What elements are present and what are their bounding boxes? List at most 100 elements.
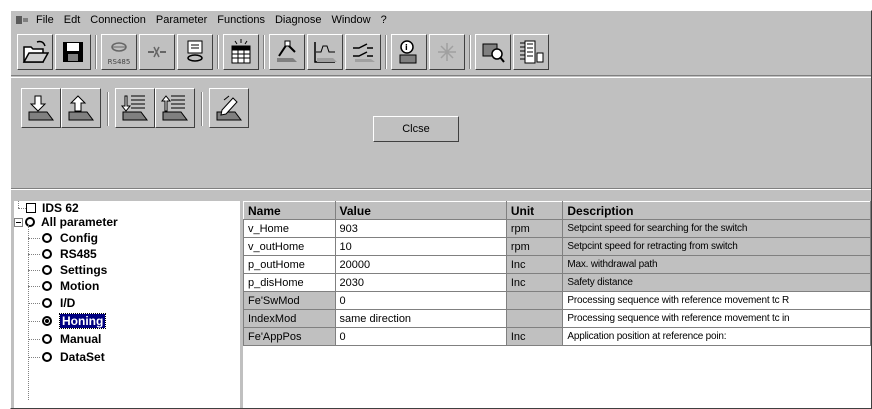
cell-unit — [505, 309, 564, 328]
tree-line — [28, 285, 40, 287]
edit-parameter-button[interactable] — [209, 88, 249, 128]
tree-node-device[interactable]: IDS 62 — [26, 201, 79, 215]
tree-item-config[interactable]: Config — [28, 231, 98, 245]
menu-window[interactable]: Window — [326, 14, 375, 26]
tree-node-all-parameter[interactable]: All parameter — [14, 215, 118, 229]
close-button[interactable]: Clcse — [373, 116, 459, 142]
tree-line — [28, 302, 40, 304]
cell-description: Safety distance — [562, 273, 871, 292]
tree-item-rs485[interactable]: RS485 — [28, 247, 97, 261]
download-parameters-button[interactable] — [21, 88, 61, 128]
tree-item-label: Settings — [60, 263, 108, 277]
parameter-node-icon — [42, 281, 52, 291]
motion-editor-button[interactable] — [269, 34, 305, 70]
tree-item-dataset[interactable]: DataSet — [28, 350, 105, 364]
table-grid-icon — [231, 39, 251, 64]
svg-text:i: i — [405, 43, 408, 52]
cell-name: v_outHome — [243, 237, 336, 256]
column-header-unit[interactable]: Unit — [505, 201, 564, 220]
upload-parameters-button[interactable] — [61, 88, 101, 128]
parameter-table-button[interactable] — [223, 34, 259, 70]
io-terminal-button[interactable] — [513, 34, 549, 70]
parameter-node-icon — [42, 334, 52, 344]
parameter-toolbar: Clcse — [11, 77, 871, 188]
menu-diagnose[interactable]: Diagnose — [270, 14, 326, 26]
cell-unit — [505, 291, 564, 310]
collapse-icon[interactable] — [14, 217, 23, 227]
tree-item-label: Manual — [60, 332, 102, 346]
tree-item-manual[interactable]: Manual — [28, 332, 101, 346]
tree-item-label: I/D — [60, 296, 76, 310]
oscilloscope-icon — [314, 42, 337, 63]
parameter-node-icon — [42, 233, 52, 243]
table-row[interactable]: Fe'SwMod 0 Processing sequence with refe… — [243, 291, 871, 310]
toolbar-separator — [263, 35, 265, 69]
cell-description: Processing sequence with reference movem… — [562, 291, 871, 310]
disconnect-button[interactable] — [139, 34, 175, 70]
reset-button[interactable] — [429, 34, 465, 70]
upload-list-icon — [160, 95, 188, 121]
open-folder-button[interactable] — [17, 34, 53, 70]
menu-file[interactable]: File — [31, 14, 59, 26]
parameter-group-icon — [25, 217, 35, 227]
menu-help[interactable]: ? — [376, 14, 392, 26]
tree-line — [18, 201, 19, 208]
menu-bar: File Edt Connection Parameter Functions … — [11, 11, 871, 29]
toolbar-separator — [217, 35, 219, 69]
cell-unit: Inc — [505, 327, 564, 346]
spark-icon — [438, 43, 456, 61]
table-row[interactable]: v_outHome 10 rpm Setpcint speed for retr… — [243, 237, 871, 256]
tree-line — [28, 237, 40, 239]
cell-value[interactable]: 2030 — [334, 273, 507, 292]
parameter-tree: IDS 62 All parameter Config RS485 Settin… — [14, 201, 240, 408]
cell-name: Fe'AppPos — [243, 327, 336, 346]
tree-item-io[interactable]: I/D — [28, 296, 75, 310]
tree-item-label: RS485 — [60, 247, 97, 261]
tree-item-motion[interactable]: Motion — [28, 279, 99, 293]
menu-functions[interactable]: Functions — [212, 14, 270, 26]
menu-connection[interactable]: Connection — [85, 14, 151, 26]
tree-item-honing[interactable]: Honing — [28, 313, 107, 329]
save-button[interactable] — [55, 34, 91, 70]
parameter-table: Name Value Unit Description v_Home 903 r… — [243, 201, 871, 408]
column-header-description[interactable]: Description — [562, 201, 871, 220]
cell-unit: rpm — [505, 219, 564, 238]
table-row[interactable]: p_disHome 2030 Inc Safety distance — [243, 273, 871, 292]
cell-unit: Inc — [505, 255, 564, 274]
table-row[interactable]: v_Home 903 rpm Setpcint speed for search… — [243, 219, 871, 238]
cell-description: Max. withdrawal path — [562, 255, 871, 274]
cell-value[interactable]: 0 — [334, 291, 507, 310]
table-row[interactable]: IndexMod same direction Processing seque… — [243, 309, 871, 328]
tree-item-settings[interactable]: Settings — [28, 263, 107, 277]
cell-value[interactable]: 10 — [334, 237, 507, 256]
floppy-disk-icon — [63, 42, 83, 62]
menu-edit[interactable]: Edt — [59, 14, 86, 26]
menu-parameter[interactable]: Parameter — [151, 14, 212, 26]
tree-line — [28, 320, 40, 322]
system-menu-icon[interactable] — [15, 13, 31, 27]
toolbar-separator — [385, 35, 387, 69]
toolbar-separator — [201, 92, 203, 126]
parameter-node-icon — [42, 352, 52, 362]
cell-value[interactable]: 0 — [334, 327, 507, 346]
switch-io-button[interactable] — [345, 34, 381, 70]
table-row[interactable]: p_outHome 20000 Inc Max. withdrawal path — [243, 255, 871, 274]
rs485-connect-button[interactable]: RS485 — [101, 34, 137, 70]
column-header-name[interactable]: Name — [243, 201, 336, 220]
tree-node-label: IDS 62 — [42, 201, 79, 215]
cell-name: p_outHome — [243, 255, 336, 274]
download-list-button[interactable] — [115, 88, 155, 128]
device-info-button[interactable]: i — [391, 34, 427, 70]
upload-list-button[interactable] — [155, 88, 195, 128]
tree-line — [28, 269, 40, 271]
table-row[interactable]: Fe'AppPos 0 Inc Application position at … — [243, 327, 871, 346]
device-link-button[interactable] — [177, 34, 213, 70]
cell-value[interactable]: same direction — [334, 309, 507, 328]
cell-value[interactable]: 903 — [334, 219, 507, 238]
download-arrow-icon — [28, 95, 54, 121]
cell-name: Fe'SwMod — [243, 291, 336, 310]
oscilloscope-button[interactable] — [307, 34, 343, 70]
column-header-value[interactable]: Value — [334, 201, 507, 220]
cell-value[interactable]: 20000 — [334, 255, 507, 274]
diagnose-button[interactable] — [475, 34, 511, 70]
